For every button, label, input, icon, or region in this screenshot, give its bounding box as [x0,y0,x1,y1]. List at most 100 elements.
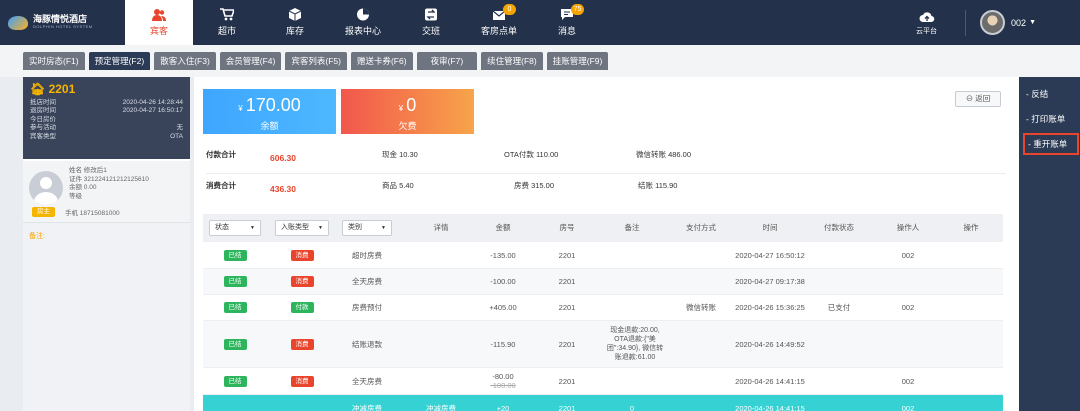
table-row[interactable]: 已结 付款 房费预付 +405.00 2201 微信转账 2020-04-26 … [203,295,1003,321]
pay-method-cell [669,395,733,411]
room-cell: 2201 [558,339,576,349]
amount-value: -80.00 [492,372,514,381]
balance-amount: 170.00 [245,95,301,115]
time-cell: 2020-04-26 15:36:25 [735,303,805,312]
table-row[interactable]: 已结 消费 超时房费 -135.00 2201 2020-04-27 16:50… [203,242,1003,269]
tab-room-status[interactable]: 实时房态(F1) [23,52,85,70]
amount-cell: -80.00 -100.00 [471,368,535,394]
col-pay-method: 支付方式 [686,223,716,232]
col-detail: 详情 [433,223,449,232]
status-pill: 已结 [223,276,247,287]
reopen-bill-button[interactable]: - 重开账单 [1023,133,1079,155]
tab-night-audit[interactable]: 夜审(F7) [416,52,478,70]
table-row-highlighted[interactable]: 冲减房费 冲减房费 +20 2201 0 2020-04-26 14:41:15… [203,395,1003,411]
nav-reports[interactable]: 报表中心 [329,0,397,45]
consume-item: 房费 315.00 [514,181,555,190]
nav-handover[interactable]: 交班 [397,0,465,45]
brand-subtitle: DOLPHIN HOTEL SYSTEM [33,24,93,30]
nav-supermarket[interactable]: 超市 [193,0,261,45]
pay-status-cell [807,242,871,268]
note-cell [599,368,665,394]
status-pill: 已结 [223,249,247,261]
pay-method-cell: 微信转账 [686,303,716,312]
nav-label: 交班 [421,26,440,36]
nav-label: 报表中心 [344,26,381,36]
avatar[interactable] [980,10,1006,35]
table-row[interactable]: 已结 消费 结账退款 -115.90 2201 现金退款:20.00, OTA退… [203,321,1003,368]
nav-label: 超市 [217,26,236,36]
category-filter[interactable]: 类别 ▼ [342,220,392,236]
note-cell [599,295,665,320]
balance-card: ¥170.00 余额 [203,89,336,134]
col-action: 操作 [963,223,979,232]
owed-label: 欠费 [398,121,417,131]
room-cell: 2201 [558,403,576,411]
box-icon [288,8,302,21]
pay-method-cell [669,321,733,367]
tab-members[interactable]: 会员管理(F4) [219,52,282,70]
operator-cell [875,269,941,294]
nav-guests[interactable]: 宾客 [125,0,193,45]
room-cell: 2201 [558,277,576,286]
operator-cell: 002 [901,376,915,386]
nav-label: 客房点单 [480,26,517,36]
room-cell: 2201 [558,250,576,260]
cloud-platform-button[interactable]: 云平台 [916,10,937,36]
balance-label: 余额 [260,121,279,131]
nav-messages[interactable]: 75 消息 [533,0,601,45]
tab-reservation[interactable]: 预定管理(F2) [88,52,151,70]
entry-type-filter[interactable]: 入账类型 ▼ [275,220,329,236]
divider [206,173,1006,174]
room-order-badge: 0 [503,4,516,15]
amount-cell: -115.90 [490,339,516,349]
guest-level: 等级 [69,192,82,200]
caret-down-icon: ▼ [318,225,323,231]
remark-box[interactable]: 备注: [23,223,190,411]
status-pill: 已结 [223,338,247,350]
category-cell: 全天房费 [352,277,382,286]
nav-label: 库存 [285,26,304,36]
nav-inventory[interactable]: 库存 [261,0,329,45]
cart-icon [220,8,236,21]
guest-name: 姓名 修改后1 [69,167,107,174]
owed-card: ¥0 欠费 [341,89,474,134]
nav-room-order[interactable]: 0 客房点单 [465,0,533,45]
amount-cell: -100.00 [490,277,516,286]
room-field: 退房时间 2020-04-27 16:50:17 [30,107,183,115]
type-pill: 消费 [290,375,314,387]
amount-cell: +20 [496,403,510,411]
caret-down-icon: ▼ [381,225,386,231]
user-menu[interactable]: 002 ▼ [1011,18,1036,28]
room-field: 参与活动无 [30,124,183,132]
back-icon: ⊖ [965,94,974,103]
type-pill: 消费 [290,249,314,261]
consume-total: 436.30 [270,184,296,194]
col-time: 时间 [762,223,778,232]
tab-coupons[interactable]: 赠送卡券(F6) [350,52,413,70]
time-cell: 2020-04-27 16:50:12 [735,250,805,260]
print-bill-button[interactable]: - 打印账单 [1019,108,1080,130]
tab-guest-list[interactable]: 宾客列表(F5) [285,52,347,70]
status-filter[interactable]: 状态 ▼ [209,220,261,236]
amount-original: -100.00 [490,381,516,390]
pay-method-cell [669,368,733,394]
divider [965,9,967,36]
tab-extend-stay[interactable]: 续住管理(F8) [481,52,543,70]
detail-cell [413,242,469,268]
guest-card[interactable]: 姓名 修改后1 证件 321224121212125610 余额 0.00 等级… [23,161,190,223]
detail-cell [413,295,469,320]
status-pill: 已结 [223,302,247,313]
tab-credit[interactable]: 挂账管理(F9) [546,52,609,70]
room-number: 🏠︎ 2201 [30,82,76,96]
back-button[interactable]: ⊖ 返回 [955,91,1001,107]
payment-item: 微信转账 486.00 [636,150,692,159]
nav-label: 消息 [557,26,576,36]
table-row[interactable]: 已结 消费 全天房费 -80.00 -100.00 2201 2020-04-2… [203,368,1003,395]
reverse-checkout-button[interactable]: - 反结 [1019,83,1080,105]
operator-cell: 002 [901,250,915,260]
messages-badge: 75 [571,4,584,15]
note-cell [599,242,665,268]
amount-cell: +405.00 [489,303,517,312]
tab-walk-in[interactable]: 散客入住(F3) [154,52,216,70]
table-row[interactable]: 已结 消费 全天房费 -100.00 2201 2020-04-27 09:17… [203,269,1003,295]
